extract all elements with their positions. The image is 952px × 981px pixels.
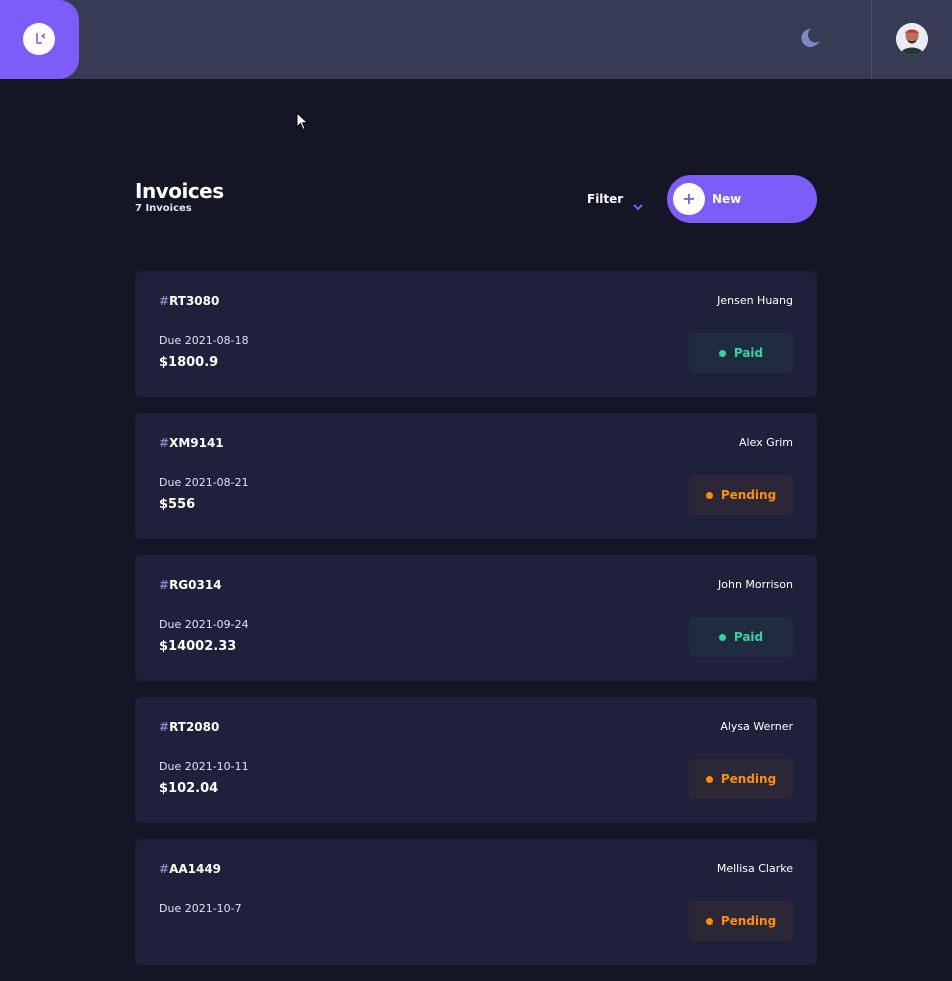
invoice-id: #XM9141 [159, 435, 224, 451]
invoice-card[interactable]: #RT2080 Alysa Werner Due 2021-10-11 $102… [135, 697, 817, 823]
new-invoice-button[interactable]: + New [667, 175, 817, 223]
plus-icon: + [673, 183, 705, 215]
invoice-id-value: RG0314 [169, 578, 222, 592]
hash-symbol: # [159, 294, 170, 308]
invoice-id-value: XM9141 [169, 436, 224, 450]
due-date: Due 2021-10-11 [159, 760, 249, 773]
invoice-id: #AA1449 [159, 861, 221, 877]
invoice-card[interactable]: #XM9141 Alex Grim Due 2021-08-21 $556 Pe… [135, 413, 817, 539]
status-dot-icon [705, 917, 713, 925]
invoice-count: 7 Invoices [135, 203, 192, 214]
chevron-down-icon [633, 196, 643, 210]
invoice-id-value: RT3080 [169, 294, 220, 308]
client-name: Alex Grim [739, 436, 793, 449]
invoice-card[interactable]: #AA1449 Mellisa Clarke Due 2021-10-7 Pen… [135, 839, 817, 965]
status-badge: Paid [689, 617, 793, 657]
status-label: Pending [720, 488, 777, 502]
client-name: Jensen Huang [717, 294, 793, 307]
status-label: Pending [720, 914, 777, 928]
invoice-id-value: AA1449 [169, 862, 222, 876]
status-label: Pending [720, 772, 777, 786]
due-date: Due 2021-08-21 [159, 476, 249, 489]
invoice-list: #RT3080 Jensen Huang Due 2021-08-18 $180… [135, 271, 817, 981]
invoice-id: #RT2080 [159, 719, 219, 735]
invoice-card[interactable]: #RT3080 Jensen Huang Due 2021-08-18 $180… [135, 271, 817, 397]
status-badge: Pending [689, 901, 793, 941]
client-name: John Morrison [718, 578, 793, 591]
invoice-id-value: RT2080 [169, 720, 220, 734]
due-date: Due 2021-09-24 [159, 618, 249, 631]
due-date: Due 2021-08-18 [159, 334, 249, 347]
status-dot-icon [718, 349, 726, 357]
due-date: Due 2021-10-7 [159, 902, 242, 915]
client-name: Alysa Werner [720, 720, 793, 733]
client-name: Mellisa Clarke [716, 862, 793, 875]
new-button-label: New [712, 192, 742, 206]
status-dot-icon [705, 491, 713, 499]
status-label: Paid [733, 346, 764, 360]
invoice-id: #RG0314 [159, 577, 222, 593]
topbar-divider [871, 0, 872, 79]
hash-symbol: # [159, 436, 170, 450]
filter-dropdown[interactable]: Filter [587, 190, 643, 210]
invoice-amount: $1800.9 [159, 355, 219, 370]
status-badge: Pending [689, 759, 793, 799]
app-logo-icon [23, 23, 55, 55]
invoice-amount: $14002.33 [159, 639, 237, 654]
invoice-card[interactable]: #RG0314 John Morrison Due 2021-09-24 $14… [135, 555, 817, 681]
invoice-id: #RT3080 [159, 293, 219, 309]
status-label: Paid [733, 630, 764, 644]
page-title: Invoices [135, 179, 224, 203]
invoices-header: Invoices 7 Invoices Filter + New [135, 175, 817, 223]
invoice-amount: $102.04 [159, 781, 219, 796]
status-badge: Paid [689, 333, 793, 373]
invoice-amount: $556 [159, 497, 196, 512]
hash-symbol: # [159, 720, 170, 734]
app-logo[interactable] [0, 0, 79, 79]
hash-symbol: # [159, 862, 170, 876]
filter-label: Filter [587, 192, 624, 206]
hash-symbol: # [159, 578, 170, 592]
user-avatar[interactable] [896, 23, 928, 55]
status-dot-icon [718, 633, 726, 641]
moon-icon[interactable] [798, 25, 826, 53]
status-dot-icon [705, 775, 713, 783]
status-badge: Pending [689, 475, 793, 515]
top-bar [0, 0, 952, 79]
mouse-cursor-icon [296, 111, 310, 132]
